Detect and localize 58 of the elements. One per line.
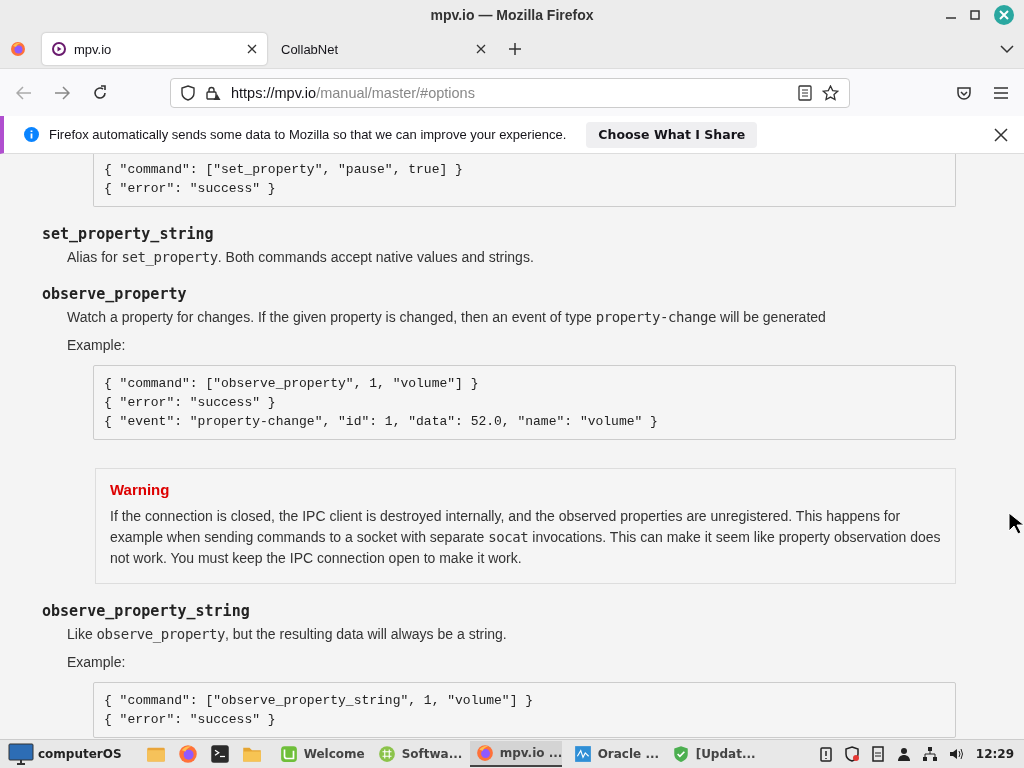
close-icon[interactable] <box>247 44 257 54</box>
code-block: { "command": ["observe_property", 1, "volume"] } { "error": "success" } { "event": "property-change", "id": 1, "data": 52.0, "name": "volume" } <box>93 365 956 440</box>
description-text: Alias for set_property. Both commands accept native values and strings. <box>67 248 535 267</box>
lock-warning-icon <box>205 84 221 101</box>
close-icon[interactable] <box>994 127 1008 142</box>
address-bar[interactable]: https://mpv.io/manual/master/#options <box>170 77 850 108</box>
warning-title: Warning <box>110 481 171 498</box>
play-icon <box>52 42 66 56</box>
description-text: Like observe_property, but the resulting data will always be a string. <box>67 625 508 644</box>
computer-icon <box>8 743 34 765</box>
plus-icon[interactable] <box>508 42 522 56</box>
shield-icon[interactable] <box>843 746 860 762</box>
command-heading: observe_property_string <box>42 601 251 621</box>
volume-icon[interactable] <box>947 746 964 762</box>
taskbar-window-button[interactable]: Softwa... <box>371 741 464 767</box>
url-text: https://mpv.io/manual/master/#options <box>231 84 476 101</box>
shield-icon <box>181 84 195 101</box>
taskbar-window-button[interactable]: Oracle ... <box>567 741 660 767</box>
example-label: Example: <box>67 336 127 355</box>
grid-icon <box>377 745 396 763</box>
taskbar-window-button[interactable]: [Updat... <box>665 741 758 767</box>
forward-arrow-icon[interactable] <box>54 85 70 100</box>
monitor-icon <box>573 745 592 763</box>
network-icon[interactable] <box>921 746 938 762</box>
window-title: mpv.io — Mozilla Firefox <box>430 7 594 23</box>
command-heading: observe_property <box>42 284 188 304</box>
user-icon[interactable] <box>895 746 912 762</box>
description-text: Watch a property for changes. If the given property is changed, then an event of type property-change will be generated <box>67 308 827 327</box>
chevron-down-icon[interactable] <box>1000 44 1014 54</box>
code-block: { "command": ["set_property", "pause", true] } { "error": "success" } <box>93 154 956 207</box>
info-icon <box>24 127 39 142</box>
command-heading: set_property_string <box>42 224 215 244</box>
notification-message: Firefox automatically sends some data to Mozilla so that we can improve your experience. <box>49 127 567 142</box>
start-menu-button[interactable]: computerOS <box>4 741 126 767</box>
pocket-icon[interactable] <box>956 84 972 101</box>
star-icon[interactable] <box>822 84 839 101</box>
maximize-icon[interactable] <box>970 10 980 20</box>
firefox-logo-icon <box>10 41 26 57</box>
code-block: { "command": ["observe_property_string", 1, "volume"] } { "error": "success" } <box>93 682 956 738</box>
terminal-icon[interactable] <box>209 744 230 764</box>
clock: 12:29 <box>975 747 1014 761</box>
example-label: Example: <box>67 653 127 672</box>
taskbar-window-button[interactable]: Welcome <box>273 741 366 767</box>
taskbar-window-button[interactable]: mpv.io ... <box>469 741 562 767</box>
firefox-icon[interactable] <box>177 744 198 764</box>
warning-text: If the connection is closed, the IPC client is destroyed internally, and the observed properties are unregistered. This happens for example when sending commands to a socket with separate socat invocations. This can make it seem like property observation does not work. You must keep the IPC connection open to make it work. <box>110 507 941 568</box>
clipboard-icon[interactable] <box>817 746 834 762</box>
reader-view-icon[interactable] <box>798 84 812 101</box>
close-icon[interactable] <box>476 44 486 54</box>
mint-icon <box>279 745 298 763</box>
note-icon[interactable] <box>869 746 886 762</box>
reload-icon[interactable] <box>92 84 108 101</box>
browser-tab[interactable]: CollabNet <box>271 33 496 65</box>
choose-what-i-share-button[interactable]: Choose What I Share <box>586 121 758 148</box>
browser-tab[interactable]: mpv.io <box>42 33 267 65</box>
firefox-icon <box>475 744 494 762</box>
shield-icon <box>671 745 690 763</box>
menu-icon[interactable] <box>994 86 1008 99</box>
